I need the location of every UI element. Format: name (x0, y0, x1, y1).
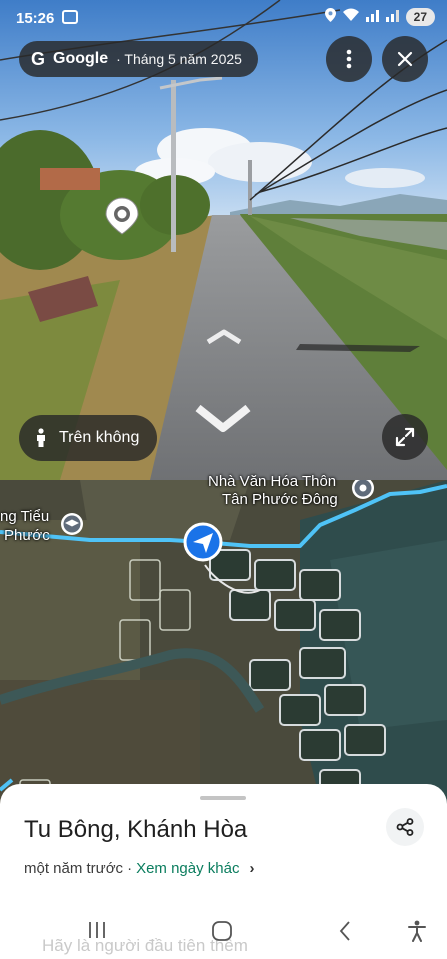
close-button[interactable] (382, 36, 428, 82)
share-button[interactable] (386, 808, 424, 846)
separator-dot: · (127, 860, 133, 877)
accessibility-icon[interactable] (407, 920, 427, 947)
home-button[interactable] (211, 920, 233, 947)
expand-button[interactable] (382, 414, 428, 460)
wifi-icon (342, 8, 360, 26)
system-navigation-bar (0, 912, 447, 952)
location-icon (324, 8, 336, 26)
other-dates-link[interactable]: Xem ngày khác (136, 860, 239, 877)
location-pin-icon[interactable] (104, 196, 140, 241)
place-title: Tu Bông, Khánh Hòa (24, 816, 248, 843)
back-button[interactable] (338, 920, 352, 947)
recent-apps-button[interactable] (88, 920, 106, 945)
map-label-tan-phuoc-dong: Tân Phước Đông (222, 491, 338, 508)
person-icon (37, 428, 45, 447)
status-time: 15:26 (16, 10, 55, 27)
battery-indicator: 27 (405, 8, 435, 26)
street-view-panorama[interactable]: 15:26 27 G Google · Tháng 5 năm 2025 Trê… (0, 0, 447, 480)
status-icons: 27 (324, 8, 435, 26)
captured-when: một năm trước (24, 860, 124, 877)
signal-icon-2 (385, 9, 400, 26)
map-label-tieu: ng Tiểu (0, 508, 50, 525)
sheet-drag-handle[interactable] (200, 796, 246, 800)
aerial-view-button[interactable]: Trên không (19, 415, 158, 461)
map-label-phuoc: Phước (4, 527, 50, 544)
map-label-nha-van-hoa: Nhà Văn Hóa Thôn (208, 473, 337, 490)
google-g-icon: G (31, 48, 46, 69)
navigate-forward-chevron[interactable] (206, 328, 242, 351)
status-bar: 15:26 27 (0, 0, 447, 38)
capture-info-row: một năm trước · Xem ngày khác › (24, 860, 254, 877)
capture-date: · Tháng 5 năm 2025 (116, 51, 242, 67)
navigate-back-chevron[interactable] (194, 402, 252, 441)
chevron-right-icon[interactable]: › (249, 860, 254, 877)
more-options-button[interactable] (326, 36, 372, 82)
expand-icon (395, 427, 415, 447)
provider-label: Google (53, 50, 109, 67)
more-vert-icon (346, 49, 352, 69)
close-icon (397, 51, 413, 67)
signal-icon (365, 9, 380, 26)
street-view-date-badge[interactable]: G Google · Tháng 5 năm 2025 (19, 41, 258, 77)
aerial-view-label: Trên không (59, 429, 140, 446)
screenshot-icon (62, 10, 78, 24)
share-icon (396, 818, 414, 836)
